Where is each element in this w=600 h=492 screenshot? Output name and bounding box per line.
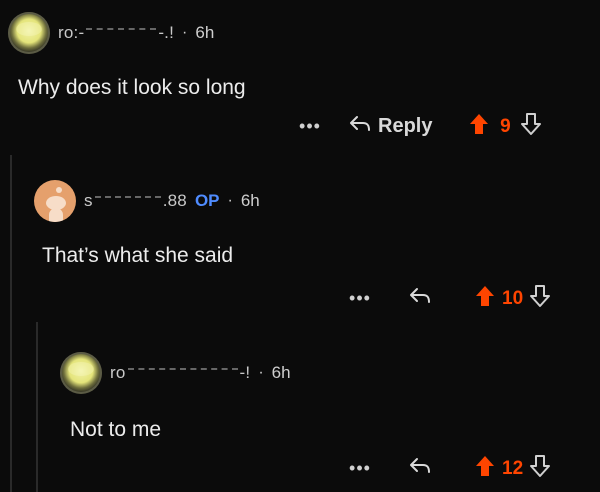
- username-end: .88: [162, 191, 187, 210]
- comment-text: Why does it look so long: [18, 76, 246, 99]
- upvote-arrow-icon[interactable]: [474, 454, 496, 483]
- downvote-arrow-icon[interactable]: [529, 284, 551, 313]
- upvote-arrow-icon[interactable]: [468, 112, 490, 141]
- comment-header: ro -! · 6h: [60, 352, 291, 394]
- separator-dot: ·: [258, 364, 264, 381]
- redacted-username: [86, 28, 157, 38]
- upvote-arrow-icon[interactable]: [474, 284, 496, 313]
- timestamp: 6h: [271, 363, 291, 382]
- more-options-icon[interactable]: •••: [346, 458, 374, 479]
- reply-arrow-icon: [408, 286, 432, 312]
- reply-button[interactable]: Reply: [348, 114, 432, 140]
- snoo-antenna: [56, 187, 62, 193]
- username[interactable]: s .88: [84, 191, 187, 211]
- separator-dot: ·: [227, 192, 233, 209]
- username[interactable]: ro:- -.!: [58, 23, 174, 43]
- downvote-arrow-icon[interactable]: [520, 112, 542, 141]
- username-start: ro: [110, 363, 126, 382]
- timestamp: 6h: [195, 23, 215, 42]
- username-start: s: [84, 191, 93, 210]
- comment-text: Not to me: [70, 418, 162, 441]
- vote-controls: 9: [468, 112, 542, 141]
- snoo-body: [49, 208, 63, 222]
- comment-actions: ••• Reply 9: [296, 112, 542, 141]
- more-options-icon[interactable]: •••: [296, 116, 324, 137]
- vote-count: 9: [500, 115, 511, 137]
- thread-line-level-1: [10, 155, 12, 492]
- vote-count: 10: [502, 287, 524, 309]
- snoo-avatar[interactable]: [34, 180, 76, 222]
- username[interactable]: ro -!: [110, 363, 250, 383]
- thread-line-level-2: [36, 322, 38, 492]
- cooking-pot-avatar[interactable]: [60, 352, 102, 394]
- reply-arrow-icon: [348, 114, 372, 140]
- vote-controls: 12: [474, 454, 551, 483]
- username-end: -!: [239, 363, 251, 382]
- comment-text: That’s what she said: [42, 244, 234, 267]
- comment-header: ro:- -.! · 6h: [8, 12, 214, 54]
- redacted-username: [127, 368, 238, 378]
- username-start: ro:-: [58, 23, 85, 42]
- more-options-icon[interactable]: •••: [346, 288, 374, 309]
- reply-label: Reply: [378, 115, 433, 137]
- op-badge: OP: [194, 191, 220, 210]
- vote-count: 12: [502, 457, 524, 479]
- comment-actions: ••• 10: [346, 284, 551, 313]
- timestamp: 6h: [240, 191, 260, 210]
- cooking-pot-avatar[interactable]: [8, 12, 50, 54]
- username-end: -.!: [158, 23, 175, 42]
- separator-dot: ·: [182, 24, 188, 41]
- reply-button[interactable]: [408, 456, 438, 482]
- comment-actions: ••• 12: [346, 454, 551, 483]
- comment-header: s .88 OP · 6h: [34, 180, 260, 222]
- reply-button[interactable]: [408, 286, 438, 312]
- downvote-arrow-icon[interactable]: [529, 454, 551, 483]
- reply-arrow-icon: [408, 456, 432, 482]
- redacted-username: [94, 196, 161, 206]
- vote-controls: 10: [474, 284, 551, 313]
